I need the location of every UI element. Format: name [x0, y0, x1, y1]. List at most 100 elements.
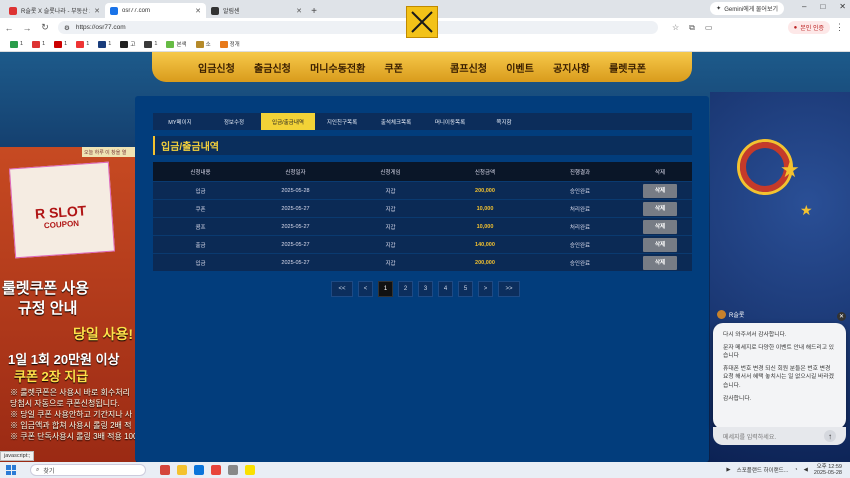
extensions-icon[interactable]: ⧉ — [689, 23, 695, 33]
popup-close-button[interactable] — [406, 6, 438, 38]
page-button-5[interactable]: 5 — [458, 281, 473, 297]
coupon-image: R SLOT COUPON — [8, 161, 116, 259]
bookmark-item[interactable]: 1 — [98, 40, 111, 48]
page-button-1[interactable]: 1 — [378, 281, 393, 297]
delete-button[interactable]: 삭제 — [643, 255, 677, 270]
chrome-icon[interactable] — [211, 465, 221, 475]
nav-comp[interactable]: 콤프신청 — [450, 60, 487, 75]
nav-event[interactable]: 이벤트 — [506, 60, 534, 75]
wifi-icon[interactable]: ◔ — [794, 467, 797, 473]
pagination: << < 1 2 3 4 5 > >> — [331, 281, 520, 297]
sidepanel-icon[interactable]: ▭ — [705, 23, 713, 33]
close-window-icon[interactable]: ✕ — [839, 2, 846, 11]
cell-result: 승인완료 — [569, 242, 591, 249]
address-icons: ☆ ⧉ ▭ — [672, 23, 712, 33]
browser-tab-2[interactable]: 알림센 ✕ — [206, 3, 307, 18]
windows-start-icon[interactable] — [6, 465, 16, 475]
subtab-edit-info[interactable]: 정보수정 — [207, 113, 261, 130]
page-last-button[interactable]: >> — [498, 281, 520, 297]
cell-result: 승인완료 — [569, 188, 591, 195]
browser-tab-0[interactable]: R슬롯 X 슬롯나라 - 부동산 2차 ... ✕ — [4, 3, 105, 18]
tab-favicon-icon — [110, 6, 118, 15]
star-icon[interactable]: ☆ — [672, 23, 679, 33]
delete-button[interactable]: 삭제 — [643, 183, 677, 198]
tab-close-icon[interactable]: ✕ — [195, 7, 201, 15]
kakaotalk-icon[interactable] — [245, 465, 255, 475]
browser-tab-1[interactable]: osr77.com ✕ — [105, 3, 206, 18]
delete-button[interactable]: 삭제 — [643, 201, 677, 216]
nav-deposit[interactable]: 입금신청 — [198, 60, 235, 75]
app-icon[interactable] — [177, 465, 187, 475]
new-tab-button[interactable]: + — [307, 4, 321, 18]
bookmark-item[interactable]: 소 — [195, 40, 211, 48]
cell-result: 처리완료 — [569, 206, 591, 213]
col-header: 삭제 — [654, 169, 666, 176]
nav-notice[interactable]: 공지사항 — [553, 60, 590, 75]
subtab-transactions[interactable]: 입금/출금내역 — [261, 113, 315, 130]
tray-text[interactable]: 스포플랜드 하이랜드... — [737, 466, 789, 474]
clock-date: 2025-05-28 — [813, 470, 842, 476]
send-icon[interactable]: ↑ — [824, 430, 836, 442]
section-title: 입금/출금내역 — [153, 136, 692, 155]
bookmark-item[interactable]: 1 — [32, 40, 45, 48]
nav-coupon[interactable]: 쿠폰 — [385, 60, 403, 75]
page-next-button[interactable]: > — [478, 281, 493, 297]
delete-button[interactable]: 삭제 — [643, 219, 677, 234]
subtab-money-moves[interactable]: 머니이동목록 — [423, 113, 477, 130]
clock[interactable]: 오후 12:59 2025-05-28 — [814, 464, 842, 476]
tab-close-icon[interactable]: ✕ — [296, 7, 302, 15]
bookmark-item[interactable]: 1 — [144, 40, 157, 48]
bookmark-favicon-icon — [195, 40, 204, 48]
close-icon — [411, 11, 433, 33]
nav-roulette-coupon[interactable]: 룰렛쿠폰 — [609, 60, 646, 75]
cell-type: 입금 — [195, 260, 206, 267]
profile-button[interactable]: ● 본인 인증 — [787, 21, 830, 34]
subtab-friends[interactable]: 지인친구목록 — [315, 113, 369, 130]
taskbar-search[interactable]: ⌕ 찾기 — [30, 464, 146, 476]
page-first-button[interactable]: << — [331, 281, 353, 297]
bookmark-item[interactable]: 정개 — [219, 40, 240, 48]
url-field[interactable]: ⚙ https://osr77.com — [58, 21, 658, 34]
bookmark-item[interactable]: 1 — [76, 40, 89, 48]
tab-close-icon[interactable]: ✕ — [94, 7, 100, 15]
chat-input[interactable]: 메세지를 입력하세요. ↑ — [713, 427, 846, 445]
chat-agent: R슬롯 — [717, 310, 744, 319]
maximize-icon[interactable]: □ — [820, 2, 825, 11]
site-info-icon[interactable]: ⚙ — [64, 24, 70, 32]
cell-type: 콤프 — [195, 224, 206, 231]
subtab-messages[interactable]: 쪽지함 — [477, 113, 531, 130]
forward-icon[interactable]: → — [22, 23, 32, 33]
page-button-4[interactable]: 4 — [438, 281, 453, 297]
banner-dismiss-note[interactable]: 오늘 하루 이 창을 열 — [82, 147, 136, 157]
page-button-3[interactable]: 3 — [418, 281, 433, 297]
subtab-attendance[interactable]: 출석체크목록 — [369, 113, 423, 130]
bookmark-item[interactable]: 고 — [120, 40, 135, 48]
volume-icon[interactable]: ◀ — [804, 467, 808, 473]
minimize-icon[interactable]: – — [802, 2, 806, 11]
chat-message: 다시 와주셔서 감사합니다. — [723, 332, 787, 338]
reload-icon[interactable]: ↻ — [40, 22, 50, 33]
app-icon[interactable] — [160, 465, 170, 475]
subtab-mypage[interactable]: MY페이지 — [153, 113, 207, 130]
window-controls: – □ ✕ — [802, 2, 846, 11]
nav-money-transfer[interactable]: 머니수동전환 — [310, 60, 365, 75]
bookmark-item[interactable]: 1 — [54, 40, 67, 48]
page-prev-button[interactable]: < — [358, 281, 373, 297]
app-icon[interactable] — [228, 465, 238, 475]
browser-menu-icon[interactable]: ⋮ — [835, 22, 844, 33]
page-button-2[interactable]: 2 — [398, 281, 413, 297]
table-row: 입금 2025-05-28 지갑 200,000 승인완료 삭제 — [153, 181, 692, 199]
chat-close-icon[interactable]: ✕ — [837, 312, 846, 321]
gemini-button[interactable]: ✦ Gemini에게 물어보기 — [710, 2, 784, 15]
nav-withdraw[interactable]: 출금신청 — [254, 60, 291, 75]
tab-favicon-icon — [9, 6, 17, 15]
edge-icon[interactable] — [194, 465, 204, 475]
bookmark-item[interactable]: 본색 — [166, 40, 187, 48]
cell-action: 삭제 — [628, 183, 692, 198]
cell-date: 2025-05-27 — [281, 259, 310, 266]
cell-date: 2025-05-28 — [281, 187, 310, 194]
back-icon[interactable]: ← — [4, 23, 14, 33]
search-label: 찾기 — [43, 468, 55, 475]
bookmark-item[interactable]: 1 — [10, 40, 23, 48]
delete-button[interactable]: 삭제 — [643, 237, 677, 252]
